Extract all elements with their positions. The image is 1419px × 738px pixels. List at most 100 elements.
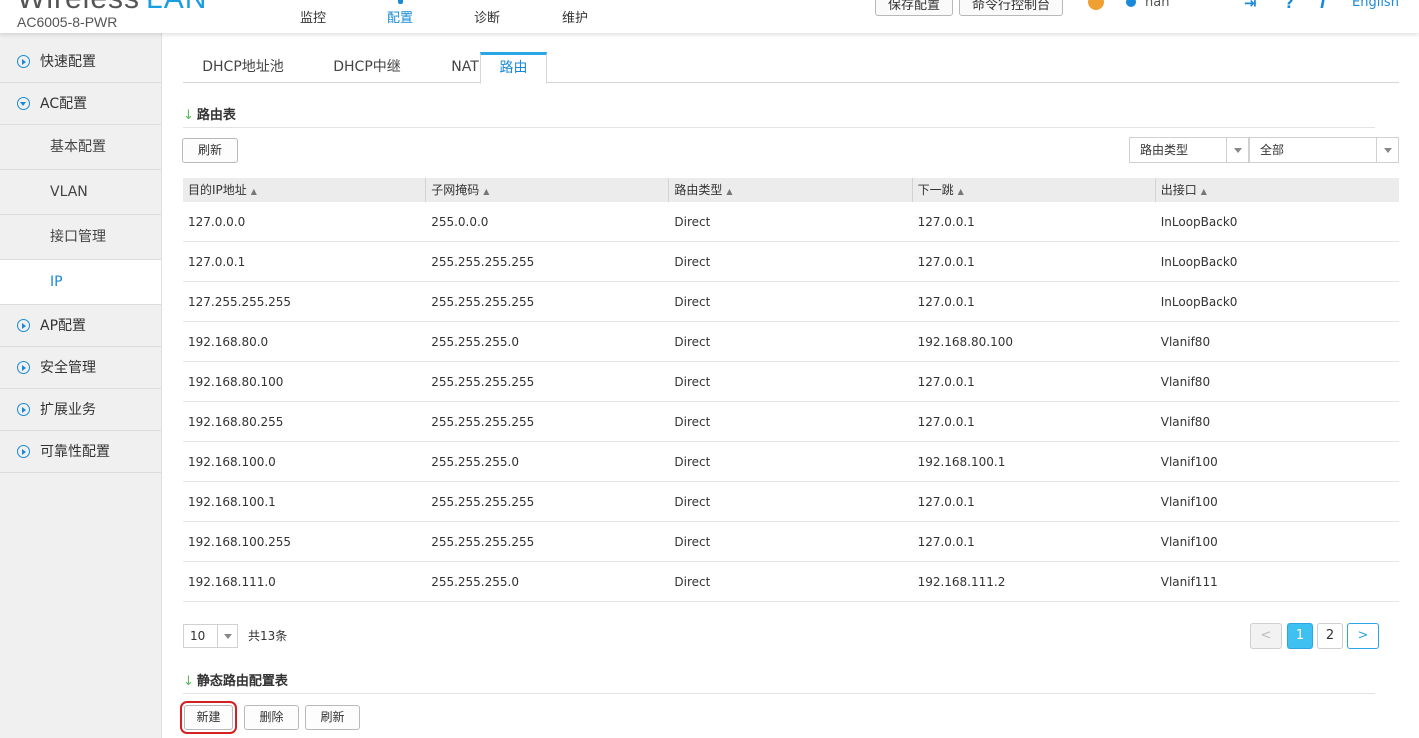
static-route-title: ↓ 静态路由配置表 xyxy=(183,674,288,689)
table-cell: 127.0.0.1 xyxy=(917,375,975,389)
table-cell: 192.168.80.100 xyxy=(188,375,284,389)
expand-icon xyxy=(17,403,30,416)
table-cell: 255.255.255.255 xyxy=(431,375,535,389)
nav-diagnose[interactable]: 诊断 xyxy=(474,7,500,26)
chevron-down-icon xyxy=(1376,138,1398,162)
language-switch[interactable]: English xyxy=(1352,0,1399,10)
table-row[interactable]: 192.168.100.0 255.255.255.0 Direct 192.168.… xyxy=(183,442,1399,482)
table-cell: 192.168.111.2 xyxy=(917,575,1006,589)
sidebar-item-ac-config[interactable]: AC配置 xyxy=(0,83,161,125)
sidebar-item-basic-config[interactable]: 基本配置 xyxy=(0,125,161,170)
info-icon[interactable]: i xyxy=(1320,0,1325,12)
table-cell: Vlanif80 xyxy=(1160,375,1211,389)
route-type-label-select[interactable]: 路由类型 xyxy=(1129,137,1249,163)
nav-config[interactable]: 配置 xyxy=(387,7,413,26)
table-cell: Direct xyxy=(674,535,711,549)
sidebar-item-label: AP配置 xyxy=(40,318,87,334)
expand-icon xyxy=(17,55,30,68)
help-icon[interactable]: ? xyxy=(1285,0,1294,12)
table-cell: 127.0.0.1 xyxy=(917,255,975,269)
table-body: 127.0.0.0 255.0.0.0 Direct 127.0.0.1 InLoopB… xyxy=(183,202,1399,602)
route-refresh-button[interactable]: 刷新 xyxy=(182,138,238,163)
next-page-button[interactable]: > xyxy=(1347,623,1379,649)
sidebar-item-quick-config[interactable]: 快速配置 xyxy=(0,41,161,83)
table-row[interactable]: 192.168.111.0 255.255.255.0 Direct 192.168.… xyxy=(183,562,1399,602)
table-cell: 192.168.100.255 xyxy=(188,535,292,549)
expand-icon xyxy=(17,445,30,458)
sidebar-item-interface[interactable]: 接口管理 xyxy=(0,215,161,260)
sidebar-item-ip[interactable]: IP xyxy=(0,260,161,305)
table-row[interactable]: 192.168.80.100 255.255.255.255 Direct 127.0… xyxy=(183,362,1399,402)
main-content: DHCP地址池 DHCP中继 NAT 路由 ↓ 路由表 刷新 路由类型 全部 目的… xyxy=(163,33,1419,738)
table-cell: 255.255.255.255 xyxy=(431,495,535,509)
table-cell: 192.168.100.1 xyxy=(188,495,276,509)
tab-dhcp-relay[interactable]: DHCP中继 xyxy=(303,52,431,83)
logout-icon[interactable]: ⇥ xyxy=(1244,0,1257,12)
sidebar-item-vlan[interactable]: VLAN xyxy=(0,170,161,215)
table-cell: 127.0.0.1 xyxy=(917,215,975,229)
sidebar-item-label: 扩展业务 xyxy=(40,402,96,418)
table-row[interactable]: 192.168.80.0 255.255.255.0 Direct 192.168.8… xyxy=(183,322,1399,362)
sort-asc-icon: ▲ xyxy=(483,187,490,196)
nav-monitor[interactable]: 监控 xyxy=(300,7,326,26)
tab-route[interactable]: 路由 xyxy=(480,52,547,84)
table-cell: 127.255.255.255 xyxy=(188,295,292,309)
expand-icon xyxy=(17,361,30,374)
delete-static-route-button[interactable]: 删除 xyxy=(244,705,299,730)
table-row[interactable]: 192.168.100.1 255.255.255.255 Direct 127.0.… xyxy=(183,482,1399,522)
sort-asc-icon: ▲ xyxy=(957,187,964,196)
cli-console-button[interactable]: 命令行控制台 xyxy=(959,0,1064,16)
table-cell: Direct xyxy=(674,415,711,429)
sidebar-item-reliability[interactable]: 可靠性配置 xyxy=(0,431,161,473)
table-cell: Direct xyxy=(674,215,711,229)
page-1-button[interactable]: 1 xyxy=(1287,623,1313,649)
column-header-next-hop[interactable]: 下一跳 ▲ xyxy=(913,178,1156,202)
table-cell: 192.168.100.0 xyxy=(188,455,276,469)
table-row[interactable]: 127.0.0.0 255.0.0.0 Direct 127.0.0.1 InLoopB… xyxy=(183,202,1399,242)
table-cell: 255.255.255.255 xyxy=(431,295,535,309)
save-config-button[interactable]: 保存配置 xyxy=(875,0,954,16)
notification-icon[interactable] xyxy=(1088,0,1104,10)
table-cell: Direct xyxy=(674,335,711,349)
table-cell: Vlanif100 xyxy=(1160,495,1218,509)
route-table: 目的IP地址 ▲ 子网掩码 ▲ 路由类型 ▲ 下一跳 ▲ 出接口 ▲ 127.0.0.0 2… xyxy=(183,178,1399,602)
page-2-button[interactable]: 2 xyxy=(1317,623,1343,649)
username[interactable]: nan xyxy=(1145,0,1169,10)
table-cell: Direct xyxy=(674,455,711,469)
chevron-down-icon xyxy=(217,625,237,647)
table-row[interactable]: 192.168.80.255 255.255.255.255 Direct 127.0… xyxy=(183,402,1399,442)
table-row[interactable]: 192.168.100.255 255.255.255.255 Direct 127.… xyxy=(183,522,1399,562)
sort-asc-icon: ▲ xyxy=(1200,187,1207,196)
prev-page-button[interactable]: < xyxy=(1250,623,1282,649)
table-cell: 127.0.0.1 xyxy=(917,535,975,549)
sidebar: 快速配置 AC配置 基本配置 VLAN 接口管理 IP AP配置 安全管理 扩展… xyxy=(0,33,162,738)
tab-dhcp-pool[interactable]: DHCP地址池 xyxy=(183,52,303,83)
table-cell: Direct xyxy=(674,295,711,309)
table-cell: 127.0.0.0 xyxy=(188,215,246,229)
divider xyxy=(183,693,1375,694)
table-header: 目的IP地址 ▲ 子网掩码 ▲ 路由类型 ▲ 下一跳 ▲ 出接口 ▲ xyxy=(183,178,1399,202)
table-cell: 255.255.255.0 xyxy=(431,575,519,589)
sidebar-item-ap-config[interactable]: AP配置 xyxy=(0,305,161,347)
new-static-route-button[interactable]: 新建 xyxy=(180,701,237,734)
table-cell: 192.168.111.0 xyxy=(188,575,276,589)
route-table-title: ↓ 路由表 xyxy=(183,108,236,123)
column-header-out-interface[interactable]: 出接口 ▲ xyxy=(1156,178,1399,202)
static-route-refresh-button[interactable]: 刷新 xyxy=(305,705,360,730)
sidebar-item-extension[interactable]: 扩展业务 xyxy=(0,389,161,431)
table-row[interactable]: 127.255.255.255 255.255.255.255 Direct 127.… xyxy=(183,282,1399,322)
table-cell: Direct xyxy=(674,575,711,589)
column-header-mask[interactable]: 子网掩码 ▲ xyxy=(426,178,670,202)
sidebar-item-security[interactable]: 安全管理 xyxy=(0,347,161,389)
sidebar-item-label: 可靠性配置 xyxy=(40,444,110,460)
section-arrow-icon: ↓ xyxy=(183,674,194,689)
column-header-route-type[interactable]: 路由类型 ▲ xyxy=(669,178,913,202)
page-size-select[interactable]: 10 xyxy=(183,624,238,648)
table-cell: Direct xyxy=(674,255,711,269)
sidebar-item-label: AC配置 xyxy=(40,96,88,112)
column-header-dest-ip[interactable]: 目的IP地址 ▲ xyxy=(183,178,427,202)
table-row[interactable]: 127.0.0.1 255.255.255.255 Direct 127.0.0.1 I… xyxy=(183,242,1399,282)
route-type-filter-select[interactable]: 全部 xyxy=(1249,137,1399,163)
nav-maintain[interactable]: 维护 xyxy=(562,7,588,26)
brand-lan: LAN xyxy=(146,0,207,15)
